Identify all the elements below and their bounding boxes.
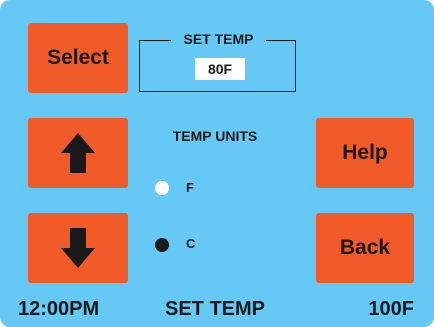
back-button[interactable]: Back [316,213,414,283]
back-button-label: Back [339,236,391,259]
unit-c-radio[interactable] [155,238,169,252]
select-button-label: Select [47,46,109,69]
help-button-label: Help [342,141,388,164]
help-button[interactable]: Help [316,118,414,188]
arrow-down-icon [61,228,95,268]
select-button[interactable]: Select [28,23,128,93]
unit-f-label[interactable]: F [186,180,194,195]
arrow-up-icon [61,133,95,173]
increase-button[interactable] [28,118,128,188]
temp-units-title: TEMP UNITS [172,128,258,144]
unit-c-label[interactable]: C [186,236,195,251]
set-temp-title: SET TEMP [171,30,266,48]
thermostat-screen: Select SET TEMP 80F TEMP UNITS F C Help … [0,0,434,327]
status-time: 12:00PM [18,298,100,320]
decrease-button[interactable] [28,213,128,283]
status-temperature: 100F [368,298,414,320]
status-mode: SET TEMP [165,298,266,320]
set-temp-value: 80F [195,58,245,80]
unit-f-radio[interactable] [155,181,169,195]
